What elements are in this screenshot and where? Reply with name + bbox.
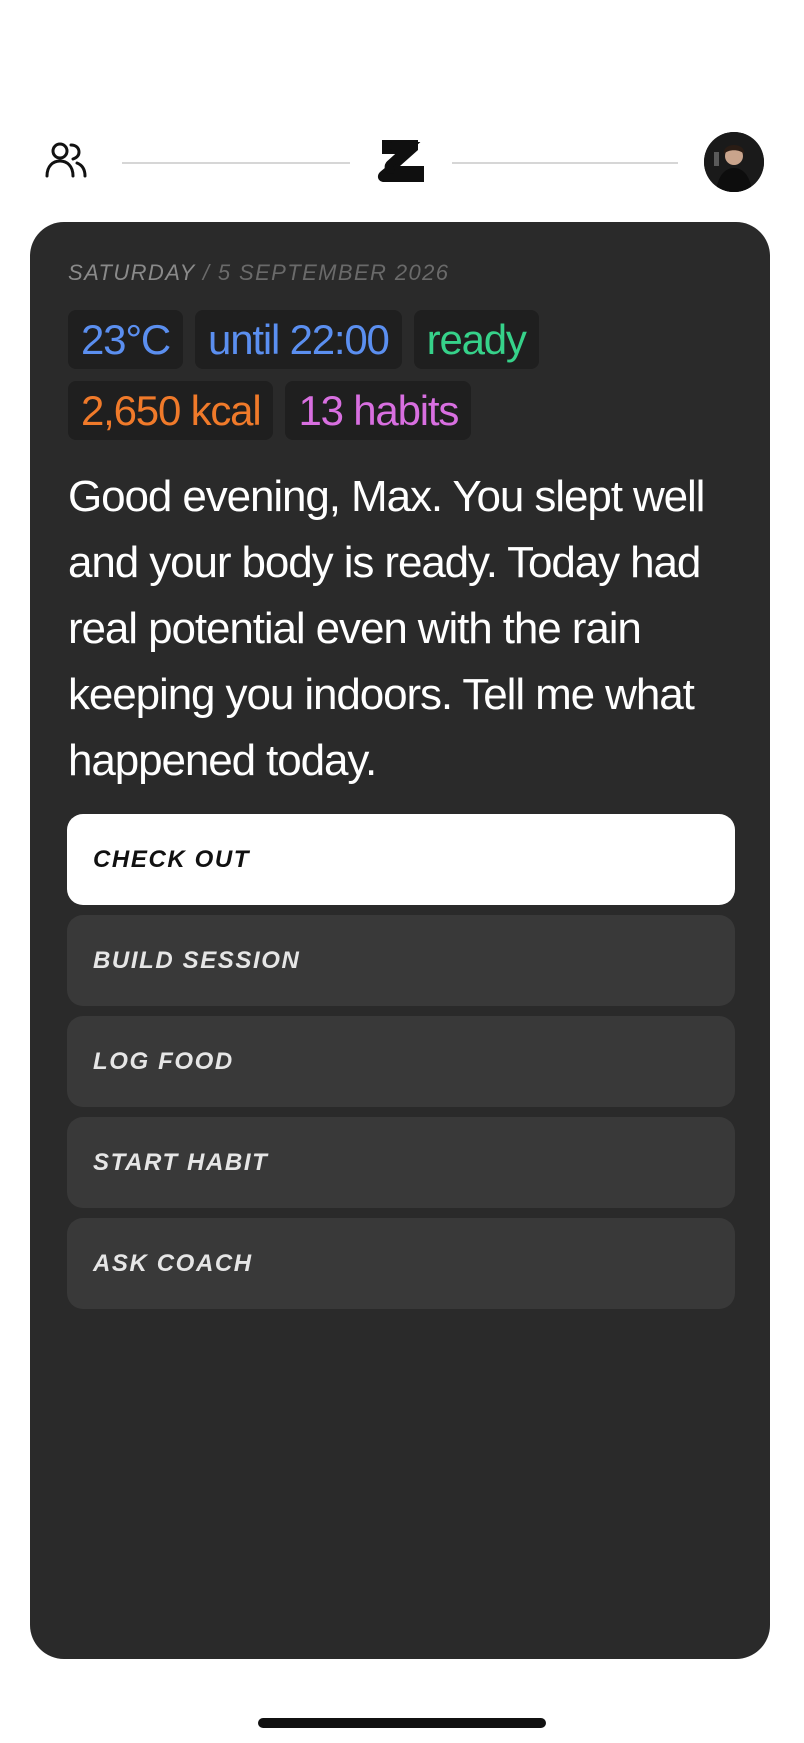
home-indicator[interactable] [258,1718,546,1728]
temperature-chip: 23°C [68,310,184,369]
profile-avatar[interactable] [704,132,764,192]
header-divider-left [122,162,350,164]
app-logo-icon[interactable] [374,136,430,186]
people-icon[interactable] [44,140,88,180]
status-chips: 23°C until 22:00 ready 2,650 kcal 13 hab… [68,310,748,452]
habits-chip: 13 habits [285,381,472,440]
day-name: SATURDAY [68,260,196,285]
greeting-message: Good evening, Max. You slept well and yo… [68,472,705,785]
daily-brief-card: SATURDAY / 5 SEPTEMBER 2026 23°C until 2… [30,222,770,1659]
check-out-button[interactable]: CHECK OUT [67,814,735,905]
readiness-chip: ready [413,310,539,369]
date-separator: / [202,260,211,285]
until-time-chip: until 22:00 [195,310,402,369]
start-habit-button[interactable]: START HABIT [67,1117,735,1208]
full-date: 5 SEPTEMBER 2026 [217,260,450,285]
top-bar [0,120,804,206]
home-screen: SATURDAY / 5 SEPTEMBER 2026 23°C until 2… [0,0,804,1743]
ask-coach-button[interactable]: ASK COACH [67,1218,735,1309]
date-label: SATURDAY / 5 SEPTEMBER 2026 [68,260,449,286]
build-session-button[interactable]: BUILD SESSION [67,915,735,1006]
log-food-button[interactable]: LOG FOOD [67,1016,735,1107]
action-list: CHECK OUT BUILD SESSION LOG FOOD START H… [67,814,735,1319]
calories-chip: 2,650 kcal [68,381,274,440]
header-divider-right [452,162,678,164]
